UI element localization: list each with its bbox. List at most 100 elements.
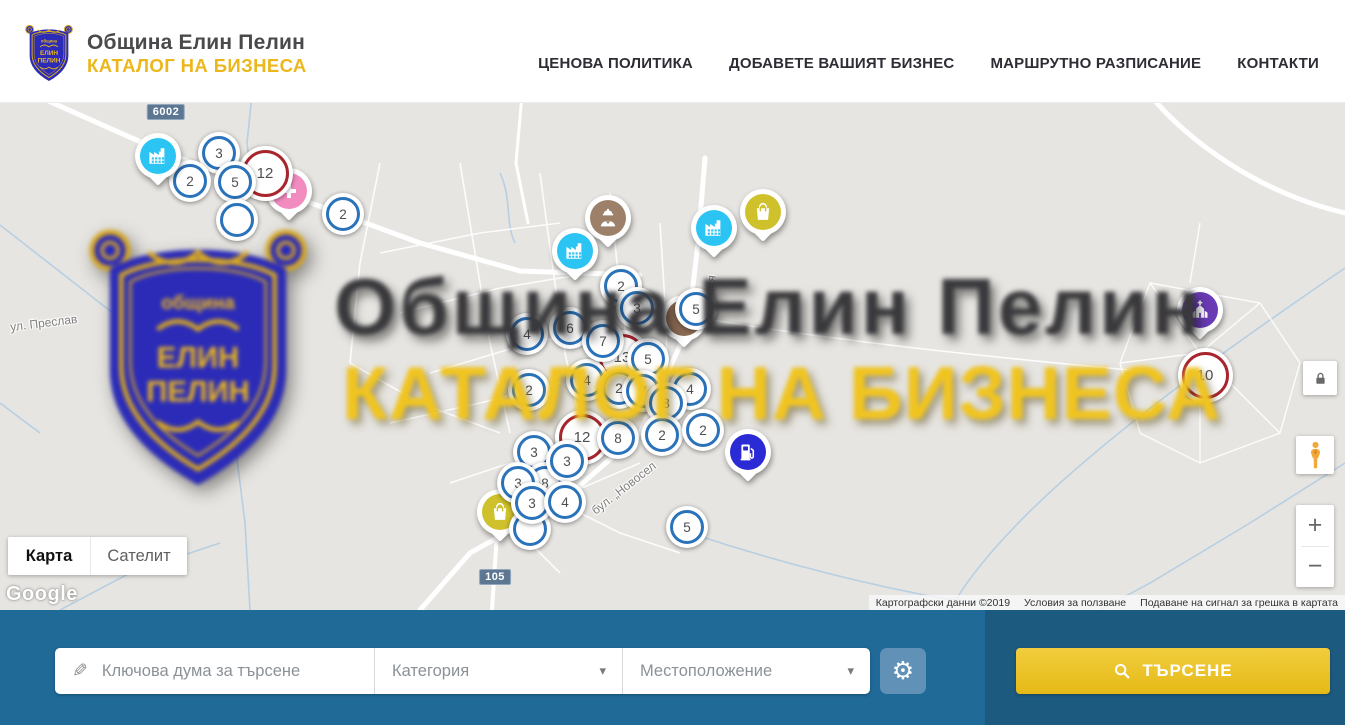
map-pin-marker-church[interactable] (1177, 287, 1223, 347)
map-cluster-marker[interactable]: 4 (506, 313, 548, 355)
cluster-count: 2 (658, 428, 666, 443)
map-cluster-marker[interactable]: 5 (214, 161, 256, 203)
map-canvas[interactable]: ул. Преславбул. „Новоселция 6002105 1232… (0, 103, 1345, 610)
cluster-count: 8 (614, 431, 622, 446)
search-button-label: ТЪРСЕНЕ (1142, 661, 1232, 681)
search-panel: ✎ Категория ▾ Местоположение ▾ ⚙ ТЪРСЕНЕ (0, 610, 1345, 725)
cluster-count: 2 (339, 207, 347, 222)
attribution-report-link[interactable]: Подаване на сигнал за грешка в картата (1133, 597, 1345, 609)
zoom-out-button[interactable]: − (1296, 547, 1334, 588)
gear-icon: ⚙ (892, 659, 914, 684)
pin-circle (725, 429, 771, 475)
svg-text:ЕЛИН: ЕЛИН (40, 50, 58, 57)
zoom-control: + − (1296, 505, 1334, 587)
map-markers-layer: 12325223513446752748212822383334510 (0, 103, 1345, 610)
cluster-count: 4 (561, 495, 569, 510)
cluster-count: 3 (563, 454, 571, 469)
fuel-icon (730, 434, 766, 470)
nav-item-contacts[interactable]: КОНТАКТИ (1237, 55, 1319, 72)
street-view-pegman-button[interactable] (1296, 436, 1334, 474)
location-dropdown[interactable]: Местоположение ▾ (623, 648, 870, 694)
municipality-crest-icon: община ЕЛИН ПЕЛИН (24, 23, 74, 85)
map-cluster-marker[interactable]: 7 (582, 320, 624, 362)
keyword-search-input[interactable] (100, 661, 334, 682)
location-dropdown-label: Местоположение (640, 662, 772, 681)
cluster-count: 6 (566, 321, 574, 336)
cluster-count: 5 (644, 352, 652, 367)
cluster-count: 4 (583, 373, 591, 388)
pin-circle (740, 189, 786, 235)
chevron-down-icon: ▾ (847, 663, 854, 679)
cluster-count: 10 (1197, 367, 1214, 384)
cluster-count: 5 (683, 520, 691, 535)
keyword-field-wrap: ✎ (55, 648, 374, 694)
map-cluster-marker[interactable]: 3 (546, 440, 588, 482)
site-title: Община Елин Пелин (87, 32, 307, 54)
cluster-count: 7 (599, 334, 607, 349)
attribution-copyright: Картографски данни ©2019 (869, 597, 1017, 609)
map-cluster-marker[interactable]: 5 (675, 288, 717, 330)
map-pin-marker-fuel[interactable] (725, 429, 771, 489)
svg-text:ПЕЛИН: ПЕЛИН (38, 58, 61, 65)
map-cluster-marker[interactable]: 2 (322, 193, 364, 235)
nav-item-pricing[interactable]: ЦЕНОВА ПОЛИТИКА (538, 55, 693, 72)
cluster-count: 8 (662, 396, 670, 411)
pin-circle (552, 228, 598, 274)
cluster-count: 5 (692, 302, 700, 317)
site-subtitle: КАТАЛОГ НА БИЗНЕСА (87, 56, 307, 75)
search-button[interactable]: ТЪРСЕНЕ (1016, 648, 1330, 694)
site-header: община ЕЛИН ПЕЛИН Община Елин Пелин КАТА… (0, 0, 1345, 103)
cluster-count: 3 (215, 146, 223, 161)
lock-icon (1313, 371, 1328, 386)
pin-circle (1177, 287, 1223, 333)
cluster-count: 3 (633, 301, 641, 316)
map-pin-marker-factory[interactable] (552, 228, 598, 288)
main-nav: ЦЕНОВА ПОЛИТИКА ДОБАВЕТЕ ВАШИЯТ БИЗНЕС М… (538, 55, 1345, 72)
pin-circle (691, 205, 737, 251)
map-type-map-button[interactable]: Карта (8, 537, 90, 575)
lock-button[interactable] (1303, 361, 1337, 395)
map-cluster-marker[interactable]: 4 (544, 481, 586, 523)
map-cluster-marker[interactable]: 2 (508, 369, 550, 411)
google-logo[interactable]: Google (6, 583, 78, 606)
pencil-icon: ✎ (72, 660, 88, 683)
logo-text: Община Елин Пелин КАТАЛОГ НА БИЗНЕСА (87, 32, 307, 75)
cluster-count: 12 (257, 165, 274, 182)
map-cluster-marker[interactable] (216, 199, 258, 241)
cluster-count: 4 (686, 382, 694, 397)
map-cluster-marker[interactable]: 10 (1178, 348, 1233, 403)
map-type-satellite-button[interactable]: Сателит (90, 537, 187, 575)
map-cluster-marker[interactable]: 8 (597, 417, 639, 459)
attribution-terms-link[interactable]: Условия за ползване (1017, 597, 1133, 609)
factory-icon (140, 138, 176, 174)
site-logo[interactable]: община ЕЛИН ПЕЛИН Община Елин Пелин КАТА… (24, 23, 307, 85)
cluster-count: 2 (525, 383, 533, 398)
map-pin-marker-factory[interactable] (135, 133, 181, 193)
factory-icon (557, 233, 593, 269)
church-icon (1182, 292, 1218, 328)
bag-icon (745, 194, 781, 230)
map-cluster-marker[interactable]: 2 (682, 409, 724, 451)
nav-item-schedule[interactable]: МАРШРУТНО РАЗПИСАНИЕ (990, 55, 1201, 72)
category-dropdown-label: Категория (392, 662, 469, 681)
map-pin-marker-bag[interactable] (740, 189, 786, 249)
zoom-in-button[interactable]: + (1296, 505, 1334, 546)
nav-item-add-business[interactable]: ДОБАВЕТЕ ВАШИЯТ БИЗНЕС (729, 55, 954, 72)
pegman-icon (1307, 441, 1324, 470)
svg-text:община: община (41, 38, 58, 43)
advanced-settings-button[interactable]: ⚙ (880, 648, 926, 694)
cluster-count: 4 (523, 327, 531, 342)
category-dropdown[interactable]: Категория ▾ (375, 648, 622, 694)
map-type-control: Карта Сателит (8, 537, 187, 575)
map-cluster-marker[interactable]: 5 (666, 506, 708, 548)
cluster-count: 3 (528, 496, 536, 511)
map-cluster-marker[interactable]: 2 (641, 414, 683, 456)
cluster-count: 5 (231, 175, 239, 190)
search-icon (1113, 662, 1131, 680)
map-attribution: Картографски данни ©2019 Условия за полз… (869, 595, 1345, 610)
factory-icon (696, 210, 732, 246)
cluster-count: 2 (699, 423, 707, 438)
map-pin-marker-factory[interactable] (691, 205, 737, 265)
cluster-count: 3 (530, 445, 538, 460)
map-cluster-marker[interactable]: 3 (616, 287, 658, 329)
